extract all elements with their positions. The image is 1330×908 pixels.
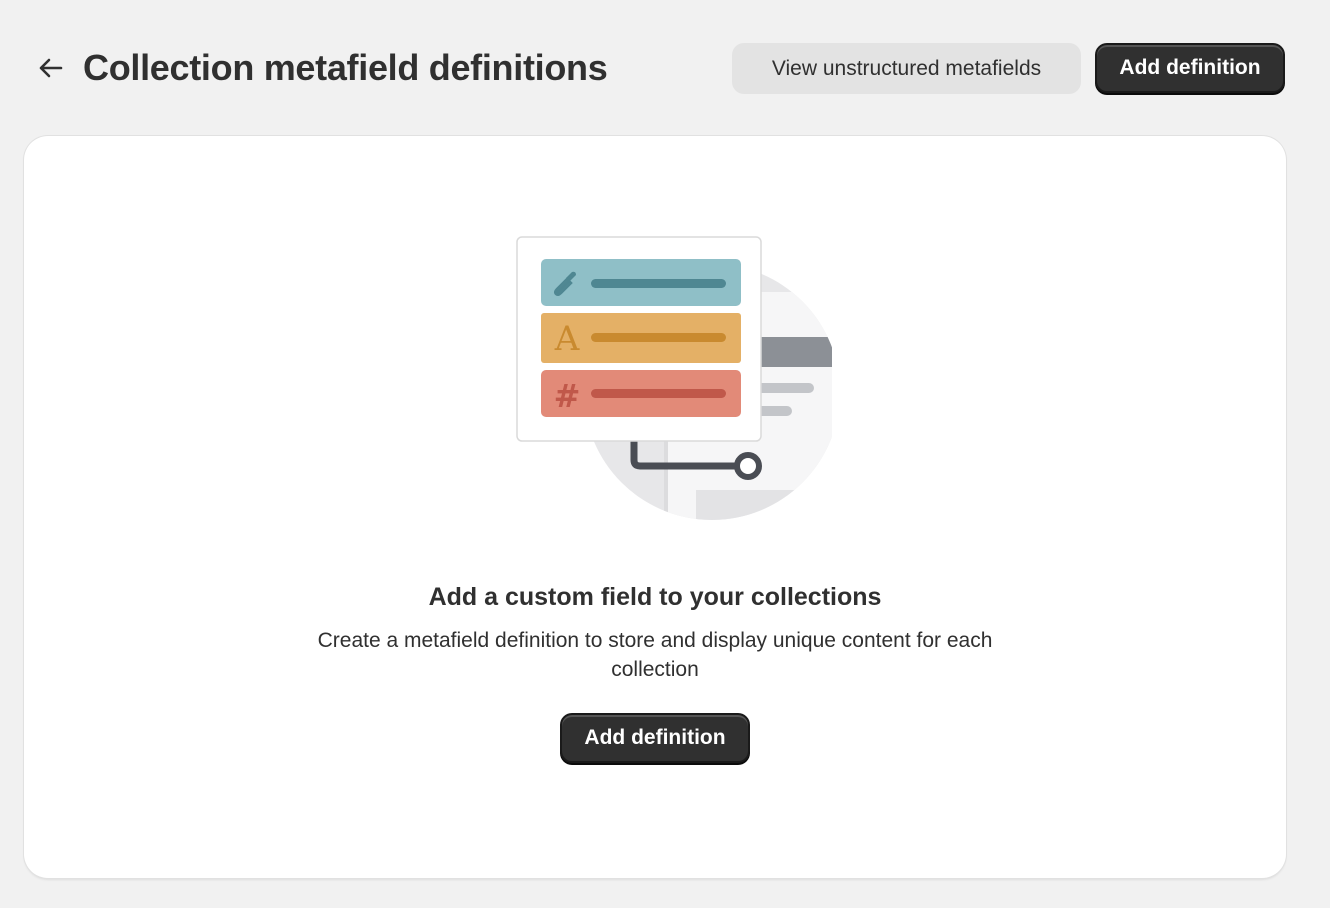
page-title: Collection metafield definitions [83, 47, 608, 88]
metafield-illustration: A # [516, 236, 832, 520]
hash-icon: # [554, 377, 581, 415]
view-unstructured-metafields-button[interactable]: View unstructured metafields [732, 43, 1081, 94]
letter-a-icon: A [554, 319, 580, 359]
empty-state-card: A # Add a custom field to your collectio… [24, 136, 1286, 878]
connector-node [734, 452, 762, 480]
back-button[interactable] [30, 50, 70, 86]
add-definition-button[interactable]: Add definition [1095, 43, 1285, 93]
empty-state-description: Create a metafield definition to store a… [317, 629, 993, 681]
empty-state-heading: Add a custom field to your collections [428, 583, 882, 611]
page-header: Collection metafield definitions View un… [0, 0, 1330, 136]
empty-state-add-definition-button[interactable]: Add definition [560, 713, 750, 763]
arrow-left-icon [39, 58, 63, 78]
